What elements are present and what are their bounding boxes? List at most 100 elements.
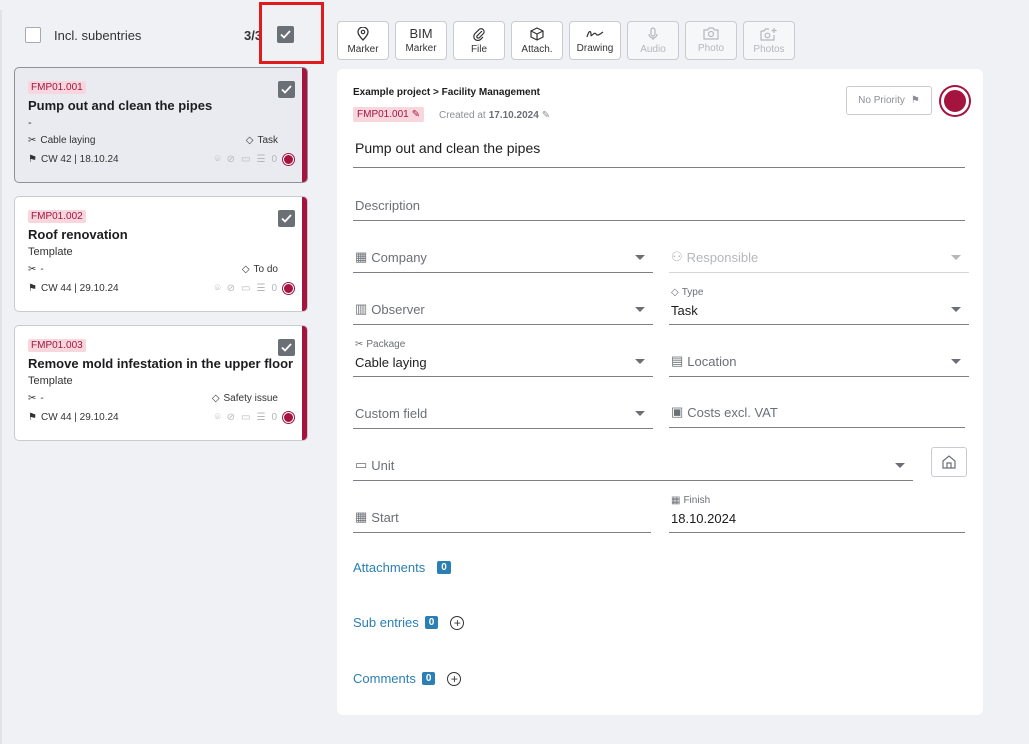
finish-date-field[interactable]: ▦ Finish 18.10.2024 [669,495,965,533]
photos-label: Photos [753,43,785,55]
type-select[interactable]: ◇ Type Task [669,287,969,325]
add-sub-entry-icon[interactable]: + [450,615,465,630]
list-item[interactable]: FMP01.001 Pump out and clean the pipes -… [14,67,308,183]
custom-field-select[interactable]: Custom field [353,399,653,429]
list-item[interactable]: FMP01.002 Roof renovation Template ✂ - ◇ T… [14,196,308,312]
company-select[interactable]: ▦ Company [353,244,653,273]
photos-button[interactable]: Photos [743,21,795,60]
detail-panel: Example project > Facility Management FM… [337,69,983,715]
list-item[interactable]: FMP01.003 Remove mold infestation in the… [14,325,308,441]
paperclip-icon: ⊘ [226,412,236,423]
chevron-down-icon [895,463,905,468]
chevron-down-icon [635,359,645,364]
incl-subentries-checkbox[interactable] [25,27,41,43]
package-value: Cable laying [355,355,427,370]
check-icon [281,214,292,223]
description-placeholder: Description [355,198,421,213]
location-label: Location [687,353,737,369]
attachments-section[interactable]: Attachments 0 [353,560,451,575]
buildings-icon: ▥ [355,301,368,316]
entry-checkbox[interactable] [278,210,295,227]
entry-package: Cable laying [40,135,96,146]
tag-icon: ◇ [211,393,220,404]
breadcrumb[interactable]: Example project > Facility Management [353,87,540,98]
comment-icon: ▭ [241,412,251,423]
status-stripe [302,197,307,311]
entry-subtitle: - [28,117,32,129]
subentries-icon: ☰ [256,412,266,423]
photo-label: Photo [697,43,725,54]
add-comment-icon[interactable]: + [447,671,462,686]
unit-plan-button[interactable] [931,447,967,477]
title-input[interactable]: Pump out and clean the pipes [353,135,965,168]
left-edge [0,10,2,744]
photo-button[interactable]: Photo [685,21,737,60]
marker-icon: ⌾ [214,154,221,165]
observer-select[interactable]: ▥ Observer [353,295,653,325]
tag-icon: ◇ [245,135,254,146]
attach-button[interactable]: Attach. [511,21,563,60]
check-icon [281,343,292,352]
finish-label: Finish [683,495,711,506]
flag-icon: ⚑ [28,283,37,294]
audio-button[interactable]: Audio [627,21,679,60]
marker-icon: ⌾ [214,283,221,294]
pencil-icon: ✎ [411,109,421,120]
entry-checkbox[interactable] [278,339,295,356]
bim-marker-button[interactable]: BIM Marker [395,21,447,60]
person-icon: ⚇ [671,249,683,264]
responsible-select[interactable]: ⚇ Responsible [669,244,969,273]
comments-section[interactable]: Comments 0 + [353,671,462,686]
package-icon: ✂ [28,393,37,404]
observer-label: Observer [371,301,425,317]
start-date-field[interactable]: ▦ Start [353,503,651,533]
entry-type: Task [257,135,278,146]
attachments-count: 0 [437,561,451,574]
drawing-button[interactable]: Drawing [569,21,621,60]
status-dot [283,283,294,294]
entry-code: FMP01.003 [28,339,86,352]
house-icon [942,455,956,469]
location-select[interactable]: ▤ Location [669,347,969,377]
entry-code-badge[interactable]: FMP01.001 ✎ [353,107,425,122]
chevron-down-icon [635,307,645,312]
costs-input[interactable]: ▣ Costs excl. VAT [669,399,965,428]
package-select[interactable]: ✂ Package Cable laying [353,339,653,377]
company-label: Company [371,249,427,265]
created-info[interactable]: Created at 17.10.2024 ✎ [439,110,550,121]
sub-entries-label: Sub entries [353,615,419,630]
status-indicator[interactable] [941,87,969,115]
entry-title: Pump out and clean the pipes [28,98,213,113]
incl-subentries-toggle[interactable]: Incl. subentries [25,27,141,43]
unit-select[interactable]: ▭ Unit [353,451,913,481]
check-icon [281,85,292,94]
entry-week: CW 44 | 29.10.24 [40,412,119,423]
priority-button[interactable]: No Priority ⚑ [846,86,932,115]
file-button[interactable]: File [453,21,505,60]
flag-icon: ⚑ [28,154,37,165]
description-field[interactable]: Description [353,191,965,221]
attachments-label: Attachments [353,560,426,575]
bim-label: BIM [409,26,433,41]
created-label: Created at [439,110,486,121]
calendar-icon: ▦ [355,509,368,524]
sub-entries-section[interactable]: Sub entries 0 + [353,615,465,630]
entry-week: CW 44 | 29.10.24 [40,283,119,294]
entry-code: FMP01.002 [28,210,86,223]
status-dot [283,412,294,423]
money-icon: ▣ [671,404,684,419]
paperclip-icon: ⊘ [226,154,236,165]
marker-button[interactable]: Marker [337,21,389,60]
custom-field-label: Custom field [355,406,428,421]
microphone-icon [648,26,658,40]
comment-count: 0 [271,154,277,165]
cube-icon [530,26,544,41]
attach-label: Attach. [521,43,553,55]
map-icon: ▤ [671,353,684,368]
flag-icon: ⚑ [28,412,37,423]
priority-label: No Priority [858,95,905,106]
entry-checkbox[interactable] [278,81,295,98]
comment-count: 0 [271,283,277,294]
status-stripe [302,326,307,440]
attachment-toolbar: Marker BIM Marker File Attach. Drawing A… [337,21,795,60]
